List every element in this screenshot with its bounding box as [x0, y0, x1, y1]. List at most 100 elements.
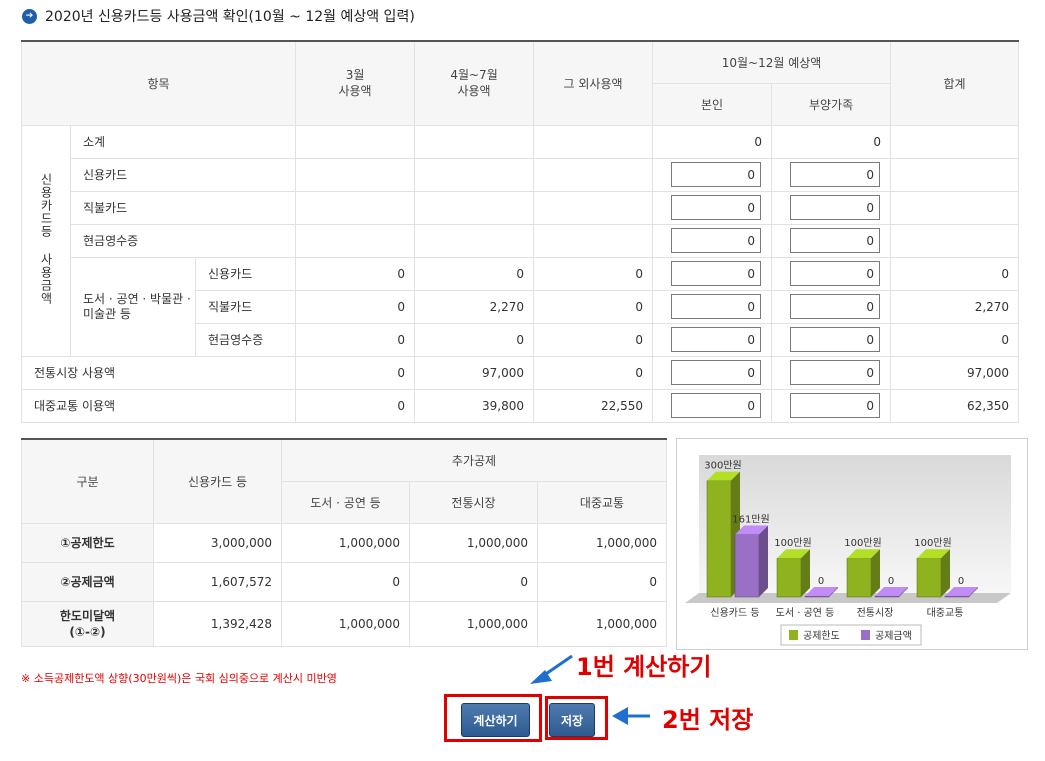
chart-category-label: 전통시장 — [857, 607, 894, 619]
cell-credit: 1,607,572 — [153, 561, 282, 602]
cell-aprjul — [414, 124, 535, 159]
dependent-input[interactable] — [790, 360, 881, 385]
chart-data-label: 0 — [888, 576, 894, 587]
dependent-input[interactable] — [790, 162, 881, 187]
row-label: 직불카드 — [194, 289, 297, 324]
row-label: 대중교통 이용액 — [20, 388, 297, 423]
cell-self: 0 — [652, 124, 773, 159]
dependent-input[interactable] — [790, 393, 881, 418]
header-extra: 추가공제 — [280, 438, 668, 482]
cell-total — [890, 190, 1020, 225]
header-forecast: 10월~12월 예상액 — [652, 40, 892, 84]
chart-bar — [734, 525, 768, 598]
row-label: 전통시장 사용액 — [20, 355, 297, 390]
table-row: 한도미달액 (①-②) 1,392,428 1,000,000 1,000,00… — [21, 600, 668, 647]
dependent-input[interactable] — [790, 228, 881, 253]
cell-sep: 0 — [295, 388, 416, 423]
header-other: 그 외사용액 — [533, 40, 654, 126]
chart-category-label: 대중교통 — [927, 607, 964, 619]
table-row: 신용카드등 사용금액 소계 0 0 — [21, 124, 1020, 357]
arrow-step1-icon — [539, 654, 573, 680]
page-title: ➔ 2020년 신용카드등 사용금액 확인(10월 ~ 12월 예상액 입력) — [22, 6, 415, 26]
chart-legend-label: 공제한도 — [803, 630, 840, 642]
chart-legend-swatch — [789, 630, 798, 640]
deduction-table: 구분 신용카드 등 추가공제 도서 · 공연 등 전통시장 대중교통 ①공제한도… — [21, 438, 668, 647]
cell-total: 62,350 — [890, 388, 1020, 423]
chart-bar — [916, 549, 950, 598]
cell-transit: 1,000,000 — [536, 522, 668, 563]
chart-category-label: 도서 · 공연 등 — [776, 607, 835, 619]
page-title-text: 2020년 신용카드등 사용금액 확인(10월 ~ 12월 예상액 입력) — [45, 9, 415, 25]
chart-svg: 300만원 161만원신용카드 등 100만원 0 도서 · 공연 등 100만원 0 전통시… — [685, 455, 1011, 646]
dependent-input[interactable] — [790, 195, 881, 220]
cell-total: 97,000 — [890, 355, 1020, 390]
table-row: 직불카드 — [22, 190, 1020, 225]
cell-other: 22,550 — [533, 388, 654, 423]
cell-other — [533, 223, 654, 258]
table-row: 전통시장 사용액 0 97,000 0 97,000 — [20, 355, 1020, 390]
header-book: 도서 · 공연 등 — [281, 480, 410, 524]
row-label: 현금영수증 — [69, 223, 297, 258]
self-input[interactable] — [671, 261, 762, 286]
cell-sep — [295, 190, 416, 225]
cell-aprjul — [414, 190, 535, 225]
self-input[interactable] — [671, 162, 762, 187]
header-item: 항목 — [20, 40, 297, 126]
chart-legend-label: 공제금액 — [875, 630, 912, 642]
cell-book: 0 — [281, 561, 410, 602]
cell-other: 0 — [533, 355, 654, 390]
cell-other: 0 — [533, 322, 654, 357]
self-input[interactable] — [671, 360, 762, 385]
cell-total — [890, 223, 1020, 258]
row-label: ②공제금액 — [21, 561, 154, 602]
dependent-input[interactable] — [790, 294, 881, 319]
chart-data-label: 100만원 — [844, 537, 882, 549]
chart-data-label: 100만원 — [914, 537, 952, 549]
header-total: 합계 — [890, 40, 1020, 126]
cell-transit: 1,000,000 — [536, 600, 668, 647]
table-row: 대중교통 이용액 0 39,800 22,550 62,350 — [20, 388, 1020, 423]
chart-data-label: 161만원 — [732, 514, 770, 526]
self-input[interactable] — [671, 228, 762, 253]
self-input[interactable] — [671, 393, 762, 418]
self-input[interactable] — [671, 327, 762, 352]
annotation-step2: 2번 저장 — [662, 706, 754, 734]
book-group-label: 도서 · 공연 · 박물관 · 미술관 등 — [70, 256, 196, 357]
row-label: 신용카드 — [69, 157, 297, 192]
cell-market: 1,000,000 — [409, 600, 538, 647]
cell-aprjul — [414, 223, 535, 258]
chart-data-label: 100만원 — [774, 537, 812, 549]
self-input[interactable] — [671, 294, 762, 319]
cell-sep — [295, 157, 416, 192]
notice-text: ※ 소득공제한도액 상향(30만원씩)은 국회 심의중으로 계산시 미반영 — [21, 672, 337, 685]
cell-total: 2,270 — [890, 289, 1020, 324]
cell-other — [533, 190, 654, 225]
chart-bar — [776, 549, 810, 598]
header-market: 전통시장 — [409, 480, 538, 524]
highlight-box-save — [545, 696, 608, 740]
cell-aprjul: 97,000 — [414, 355, 535, 390]
cell-sep: 0 — [295, 289, 416, 324]
group-label: 신용카드등 사용금액 — [21, 124, 71, 357]
table-row: 도서 · 공연 · 박물관 · 미술관 등 신용카드 0 0 0 0 — [22, 256, 1020, 357]
cell-credit: 1,392,428 — [153, 600, 282, 647]
cell-book: 1,000,000 — [281, 522, 410, 563]
arrow-step1-head-icon — [530, 670, 552, 684]
annotation-step1: 1번 계산하기 — [576, 653, 712, 681]
chart-category-label: 신용카드 등 — [710, 607, 759, 619]
cell-sep: 0 — [295, 355, 416, 390]
dependent-input[interactable] — [790, 261, 881, 286]
chart-bar — [846, 549, 880, 598]
cell-dep: 0 — [771, 124, 892, 159]
cell-sep — [295, 124, 416, 159]
header-sep: 3월 사용액 — [295, 40, 416, 126]
table-row: ②공제금액 1,607,572 0 0 0 — [21, 561, 668, 602]
cell-aprjul: 0 — [414, 322, 535, 357]
cell-aprjul: 2,270 — [414, 289, 535, 324]
highlight-box-calc — [444, 694, 542, 742]
self-input[interactable] — [671, 195, 762, 220]
row-label: 신용카드 — [194, 256, 297, 291]
row-label: 한도미달액 (①-②) — [21, 600, 154, 647]
dependent-input[interactable] — [790, 327, 881, 352]
cell-aprjul: 0 — [414, 256, 535, 291]
